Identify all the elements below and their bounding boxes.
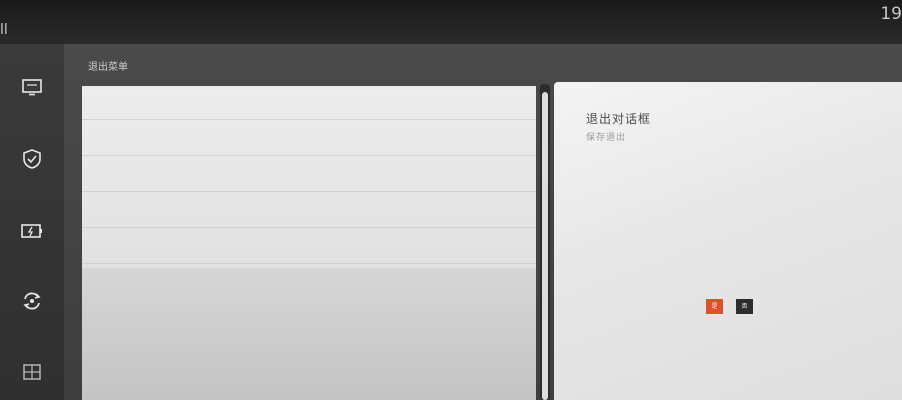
settings-list [82, 86, 536, 400]
scrollbar-thumb[interactable] [542, 92, 548, 400]
grid-icon [23, 364, 41, 380]
list-item[interactable] [82, 158, 536, 192]
shield-icon [23, 149, 41, 169]
dialog-subtitle: 保存退出 [586, 133, 627, 143]
cancel-button[interactable]: 否 [736, 299, 753, 314]
top-bar: ll 19 [0, 0, 902, 44]
list-lower-area [82, 268, 536, 400]
exit-dialog: 退出对话框 保存退出 是 否 [554, 82, 902, 400]
list-item[interactable] [82, 230, 536, 264]
battery-icon [21, 224, 42, 238]
sidebar [0, 44, 64, 400]
sidebar-item-security[interactable] [0, 148, 64, 176]
confirm-button[interactable]: 是 [706, 299, 723, 314]
app-mark: ll [0, 22, 8, 38]
sidebar-item-recovery[interactable] [0, 290, 64, 318]
monitor-icon [22, 79, 42, 96]
clock: 19 [880, 4, 902, 24]
dialog-title: 退出对话框 [586, 112, 652, 126]
sidebar-item-power[interactable] [0, 222, 64, 246]
refresh-icon [23, 292, 41, 310]
list-item[interactable] [82, 194, 536, 228]
sidebar-item-display[interactable] [0, 78, 64, 102]
page-title: 退出菜单 [88, 62, 128, 73]
sidebar-item-advanced[interactable] [0, 362, 64, 388]
list-item[interactable] [82, 86, 536, 120]
list-item[interactable] [82, 122, 536, 156]
